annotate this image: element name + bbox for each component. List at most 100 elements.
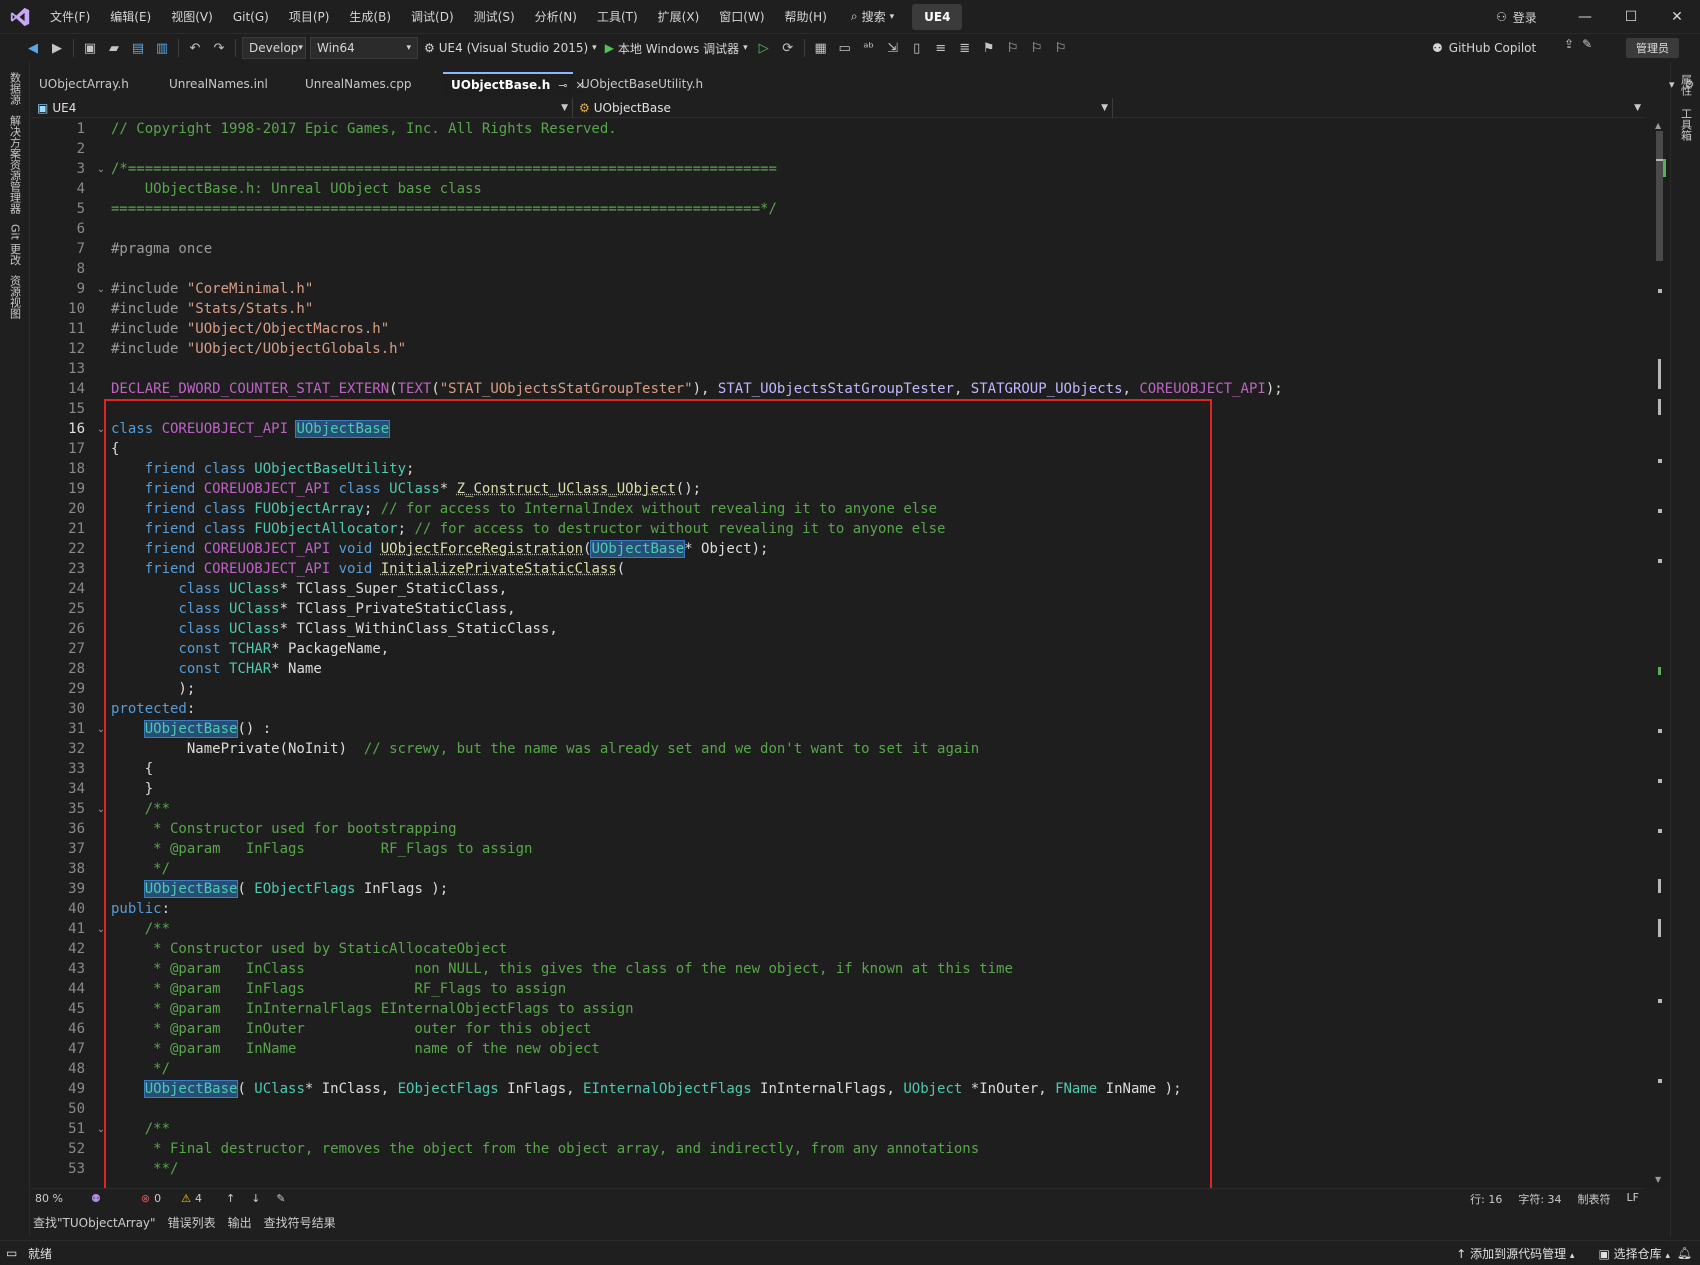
solution-explorer-icon[interactable]: ▦: [810, 37, 832, 59]
menu-item[interactable]: 视图(V): [161, 0, 223, 34]
fold-toggle-icon[interactable]: ⌄: [91, 724, 111, 735]
code-line[interactable]: 27 const TCHAR* PackageName,: [31, 639, 1651, 659]
fold-toggle-icon[interactable]: ⌄: [91, 1124, 111, 1135]
code-line[interactable]: 29 );: [31, 679, 1651, 699]
maximize-icon[interactable]: ☐: [1608, 0, 1654, 34]
code-line[interactable]: 42 * Constructor used by StaticAllocateO…: [31, 939, 1651, 959]
code-line[interactable]: 20 friend class FUObjectArray; // for ac…: [31, 499, 1651, 519]
code-line[interactable]: 4 UObjectBase.h: Unreal UObject base cla…: [31, 179, 1651, 199]
code-line[interactable]: 33 {: [31, 759, 1651, 779]
step-icon[interactable]: ⇲: [882, 37, 904, 59]
code-line[interactable]: 13: [31, 359, 1651, 379]
pin-icon[interactable]: ⊸: [558, 79, 567, 92]
caret-char[interactable]: 字符: 34: [1518, 1191, 1561, 1207]
bottom-tab[interactable]: 查找"TUObjectArray": [31, 1214, 158, 1231]
forward-icon[interactable]: ▶: [46, 37, 68, 59]
notifications-bell-icon[interactable]: 🔔︎: [1677, 1246, 1692, 1260]
menu-item[interactable]: 项目(P): [279, 0, 340, 34]
code-line[interactable]: 38 */: [31, 859, 1651, 879]
code-line[interactable]: 15: [31, 399, 1651, 419]
code-line[interactable]: 25 class UClass* TClass_PrivateStaticCla…: [31, 599, 1651, 619]
code-line[interactable]: 32 NamePrivate(NoInit) // screwy, but th…: [31, 739, 1651, 759]
code-line[interactable]: 21 friend class FUObjectAllocator; // fo…: [31, 519, 1651, 539]
open-folder-icon[interactable]: ▰: [103, 37, 125, 59]
document-tab[interactable]: UObjectBaseUtility.h: [573, 72, 713, 96]
clear-bookmarks-icon[interactable]: ⚐: [1050, 37, 1072, 59]
bottom-tab[interactable]: 输出: [226, 1214, 254, 1231]
code-line[interactable]: 19 friend COREUOBJECT_API class UClass* …: [31, 479, 1651, 499]
code-line[interactable]: 47 * @param InName name of the new objec…: [31, 1039, 1651, 1059]
code-line[interactable]: 46 * @param InOuter outer for this objec…: [31, 1019, 1651, 1039]
error-count[interactable]: 0: [154, 1192, 161, 1205]
code-line[interactable]: 50: [31, 1099, 1651, 1119]
undo-icon[interactable]: ↶: [184, 37, 206, 59]
menu-item[interactable]: 文件(F): [40, 0, 100, 34]
warning-icon[interactable]: ⚠: [181, 1192, 191, 1205]
menu-item[interactable]: Git(G): [223, 0, 279, 34]
code-line[interactable]: 7 #pragma once: [31, 239, 1651, 259]
tab-list-dropdown-icon[interactable]: ▾: [1669, 78, 1675, 91]
start-without-debugging-icon[interactable]: ▷: [753, 37, 775, 59]
code-line[interactable]: 41 ⌄ /**: [31, 919, 1651, 939]
menu-item[interactable]: 扩展(X): [648, 0, 710, 34]
comment-icon[interactable]: ≡: [930, 37, 952, 59]
code-line[interactable]: 14 DECLARE_DWORD_COUNTER_STAT_EXTERN(TEXT…: [31, 379, 1651, 399]
code-line[interactable]: 5 =======================================…: [31, 199, 1651, 219]
document-tab[interactable]: UnrealNames.inl: [161, 72, 297, 96]
side-panel-tab[interactable]: 资源视图: [7, 275, 23, 319]
code-line[interactable]: 39 UObjectBase( EObjectFlags InFlags );: [31, 879, 1651, 899]
side-panel-tab[interactable]: 解决方案资源管理器: [7, 115, 23, 214]
code-line[interactable]: 23 friend COREUOBJECT_API void Initializ…: [31, 559, 1651, 579]
warning-count[interactable]: 4: [195, 1192, 202, 1205]
code-line[interactable]: 10 #include "Stats/Stats.h": [31, 299, 1651, 319]
code-line[interactable]: 31 ⌄ UObjectBase() :: [31, 719, 1651, 739]
feedback-icon[interactable]: ✎: [1582, 37, 1592, 51]
scroll-down-icon[interactable]: ▼: [1655, 1175, 1661, 1184]
code-line[interactable]: 40 public:: [31, 899, 1651, 919]
notification-area-icon[interactable]: ▭: [6, 1246, 17, 1260]
code-editor[interactable]: 1 // Copyright 1998-2017 Epic Games, Inc.…: [31, 119, 1651, 1188]
solution-platform-select[interactable]: Win64 ▾: [310, 37, 418, 59]
member-dropdown[interactable]: ▼: [1113, 98, 1645, 118]
project-dropdown[interactable]: ▣ UE4 ▼: [31, 98, 573, 118]
copilot-status-icon[interactable]: ⚉: [91, 1192, 101, 1205]
code-line[interactable]: 35 ⌄ /**: [31, 799, 1651, 819]
code-line[interactable]: 53 **/: [31, 1159, 1651, 1179]
code-line[interactable]: 37 * @param InFlags RF_Flags to assign: [31, 839, 1651, 859]
prev-issue-icon[interactable]: ↑: [226, 1192, 235, 1205]
code-line[interactable]: 11 #include "UObject/ObjectMacros.h": [31, 319, 1651, 339]
document-tab[interactable]: UObjectBase.h ⊸ ✕: [443, 72, 585, 96]
scrollbar-thumb[interactable]: [1656, 131, 1663, 261]
code-line[interactable]: 49 UObjectBase( UClass* InClass, EObject…: [31, 1079, 1651, 1099]
diagnostics-icon[interactable]: ▯: [906, 37, 928, 59]
login-button[interactable]: ⚇ 登录: [1496, 0, 1537, 34]
code-line[interactable]: 24 class UClass* TClass_Super_StaticClas…: [31, 579, 1651, 599]
code-line[interactable]: 9 ⌄ #include "CoreMinimal.h": [31, 279, 1651, 299]
share-icon[interactable]: ⇪: [1564, 37, 1574, 51]
side-panel-tab[interactable]: 工具箱: [1678, 108, 1694, 141]
code-line[interactable]: 45 * @param InInternalFlags EInternalObj…: [31, 999, 1651, 1019]
menu-item[interactable]: 帮助(H): [775, 0, 837, 34]
code-line[interactable]: 1 // Copyright 1998-2017 Epic Games, Inc.…: [31, 119, 1651, 139]
cleanup-icon[interactable]: ✎: [276, 1192, 285, 1205]
code-line[interactable]: 6: [31, 219, 1651, 239]
code-line[interactable]: 43 * @param InClass non NULL, this gives…: [31, 959, 1651, 979]
scroll-up-icon[interactable]: ▲: [1655, 121, 1661, 130]
code-line[interactable]: 16 ⌄ class COREUOBJECT_API UObjectBase: [31, 419, 1651, 439]
bottom-tab[interactable]: 错误列表: [166, 1214, 218, 1231]
add-to-source-control-button[interactable]: ↑ 添加到源代码管理 ▴: [1456, 1245, 1574, 1262]
solution-configuration-select[interactable]: Develop ▾: [242, 37, 306, 59]
window-layout-icon[interactable]: ▭: [834, 37, 856, 59]
next-bookmark-icon[interactable]: ⚐: [1026, 37, 1048, 59]
document-tab[interactable]: UObjectArray.h: [31, 72, 161, 96]
save-icon[interactable]: ▤: [127, 37, 149, 59]
fold-toggle-icon[interactable]: ⌄: [91, 164, 111, 175]
menu-item[interactable]: 调试(D): [401, 0, 464, 34]
fold-toggle-icon[interactable]: ⌄: [91, 284, 111, 295]
back-icon[interactable]: ◀: [22, 37, 44, 59]
fold-toggle-icon[interactable]: ⌄: [91, 924, 111, 935]
menu-item[interactable]: 测试(S): [464, 0, 525, 34]
code-line[interactable]: 34 }: [31, 779, 1651, 799]
bottom-tab[interactable]: 查找符号结果: [262, 1214, 338, 1231]
code-line[interactable]: 3 ⌄/*====================================…: [31, 159, 1651, 179]
